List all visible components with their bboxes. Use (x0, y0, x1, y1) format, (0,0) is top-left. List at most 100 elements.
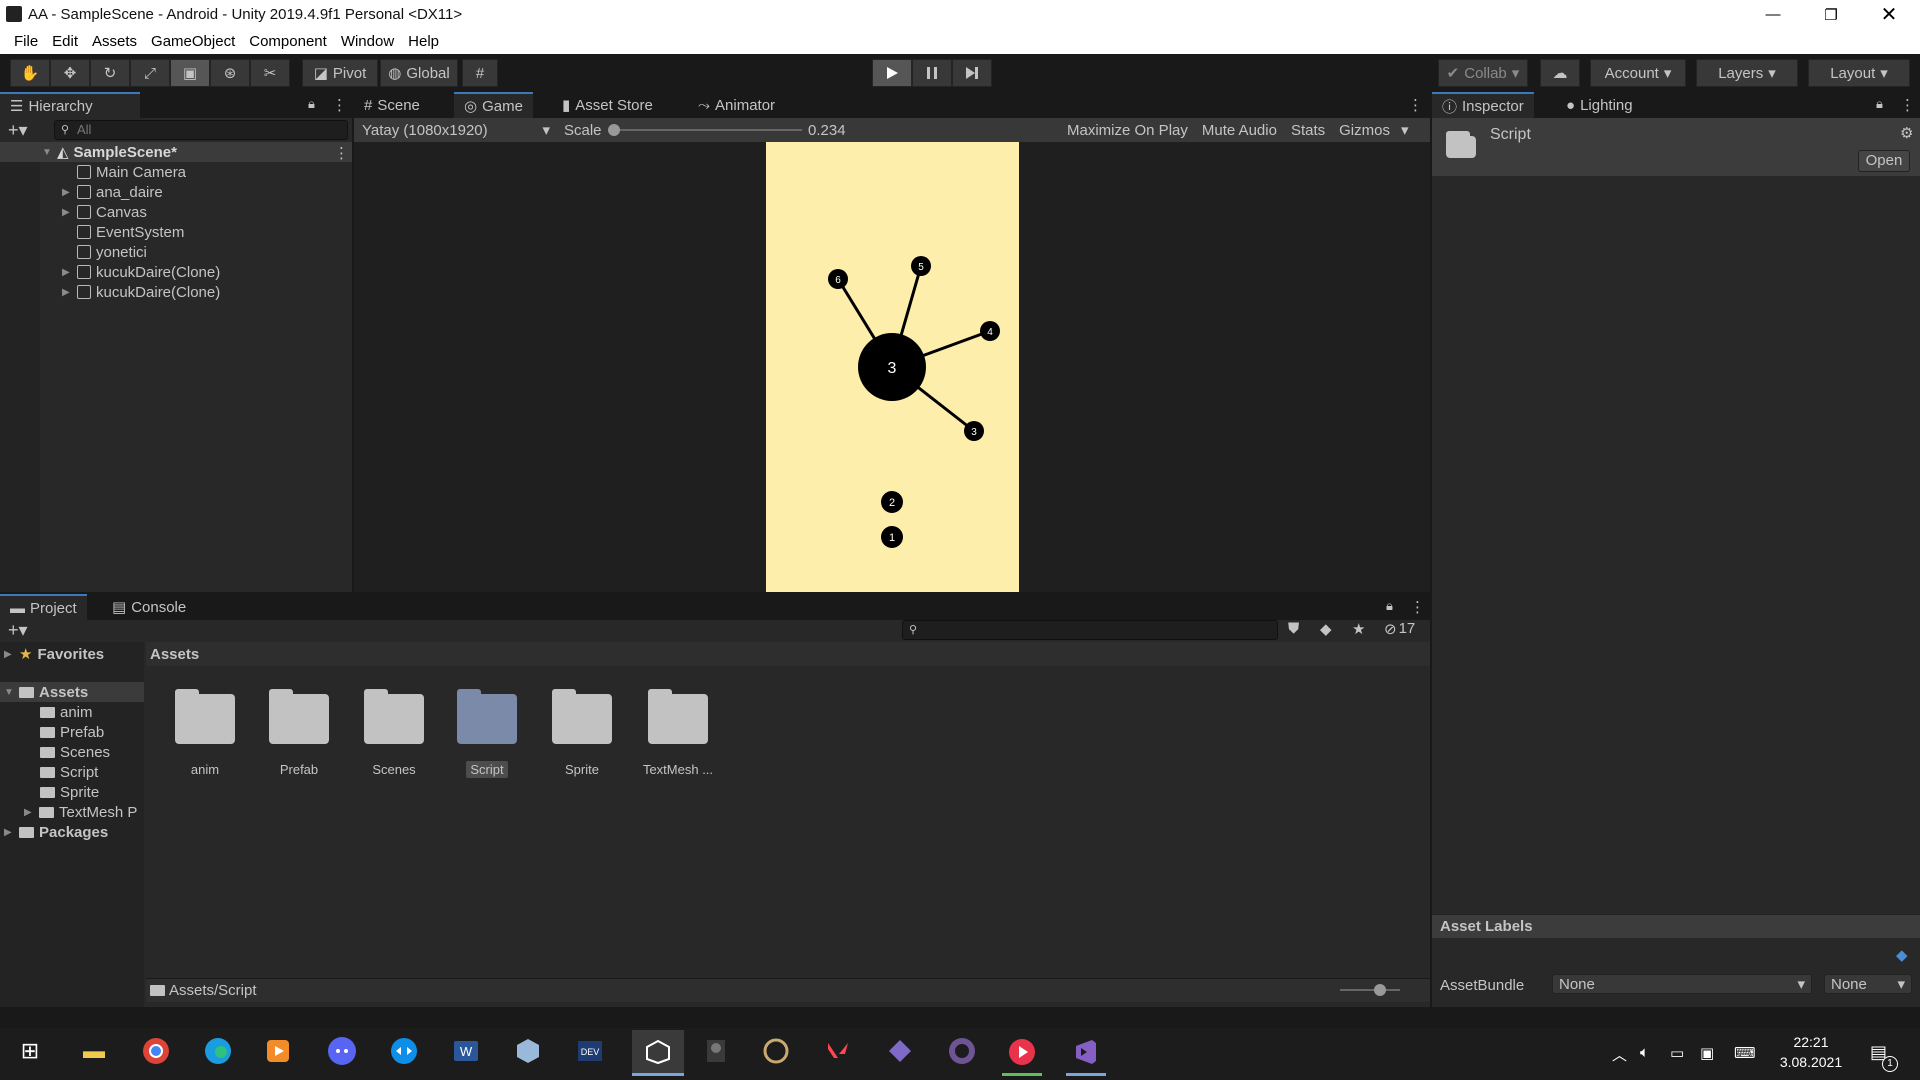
tab-hierarchy[interactable]: ☰ Hierarchy (0, 92, 140, 118)
chevron-right-icon[interactable]: ▶ (62, 187, 72, 198)
visual-studio-code-icon[interactable] (880, 1031, 920, 1071)
packages-item[interactable]: ▶ Packages (4, 822, 108, 842)
visual-studio-icon[interactable] (1066, 1030, 1106, 1076)
star-icon[interactable]: ★ (1352, 620, 1365, 638)
unity-taskbar-icon[interactable] (632, 1030, 684, 1076)
menu-help[interactable]: Help (402, 33, 445, 50)
game-screen[interactable]: 3 6 5 4 3 2 1 (766, 142, 1019, 592)
cloud-icon[interactable]: ☁ (1540, 59, 1580, 87)
discord-icon[interactable] (322, 1031, 362, 1071)
scale-tool-icon[interactable]: ⤢ (130, 59, 170, 87)
github-icon[interactable] (942, 1031, 982, 1071)
game-app-icon[interactable] (696, 1031, 736, 1071)
tag-icon[interactable]: ◆ (1896, 946, 1908, 964)
asset-folder[interactable]: Scenes (359, 689, 429, 777)
play-button[interactable] (872, 59, 912, 87)
hierarchy-item[interactable]: yonetici (62, 242, 147, 262)
hand-tool-icon[interactable]: ✋ (10, 59, 50, 87)
edge-icon[interactable] (198, 1031, 238, 1071)
tab-project[interactable]: ▬ Project (0, 594, 87, 620)
stats-toggle[interactable]: Stats (1284, 122, 1332, 139)
tab-animator[interactable]: ⤳ Animator (688, 92, 785, 118)
asset-folder[interactable]: TextMesh ... (636, 689, 720, 777)
cube-app-icon[interactable] (508, 1031, 548, 1071)
pivot-toggle[interactable]: ◪ Pivot (302, 59, 378, 87)
menu-edit[interactable]: Edit (46, 33, 84, 50)
scale-slider-thumb[interactable] (608, 124, 620, 136)
hierarchy-search-input[interactable]: ⚲ All (54, 120, 348, 140)
variant-dropdown[interactable]: None ▾ (1824, 974, 1912, 994)
hierarchy-item[interactable]: EventSystem (62, 222, 184, 242)
teamviewer-icon[interactable] (384, 1031, 424, 1071)
tree-folder[interactable]: ▶ TextMesh P (24, 802, 144, 822)
chevron-right-icon[interactable]: ▶ (24, 807, 34, 818)
lock-icon[interactable]: 🔒︎ (1876, 96, 1883, 112)
move-tool-icon[interactable]: ✥ (50, 59, 90, 87)
tree-folder[interactable]: Scenes (40, 742, 110, 762)
layout-dropdown[interactable]: Layout ▾ (1808, 59, 1910, 87)
hierarchy-item[interactable]: ▶ ana_daire (62, 182, 163, 202)
kebab-menu-icon[interactable]: ⋮ (1900, 96, 1915, 114)
resolution-dropdown[interactable]: Yatay (1080x1920) ▾ (358, 119, 554, 141)
minimize-icon[interactable]: — (1744, 0, 1802, 29)
asset-folder-selected[interactable]: Script (452, 689, 522, 778)
rotate-tool-icon[interactable]: ↻ (90, 59, 130, 87)
rect-tool-icon[interactable]: ▣ (170, 59, 210, 87)
mute-audio-toggle[interactable]: Mute Audio (1195, 122, 1284, 139)
devcpp-icon[interactable]: DEV (570, 1031, 610, 1071)
hierarchy-item[interactable]: ▶ kucukDaire(Clone) (62, 262, 220, 282)
keyboard-icon[interactable]: ⌨ (1734, 1044, 1756, 1062)
menu-window[interactable]: Window (335, 33, 400, 50)
menu-component[interactable]: Component (243, 33, 333, 50)
hierarchy-item[interactable]: ▶ Canvas (62, 202, 147, 222)
maximize-icon[interactable]: ❐ (1802, 0, 1860, 29)
chevron-right-icon[interactable]: ▶ (62, 267, 72, 278)
asset-folder[interactable]: anim (170, 689, 240, 777)
project-search-input[interactable]: ⚲ (902, 620, 1278, 640)
tree-folder[interactable]: Script (40, 762, 98, 782)
chrome-icon[interactable] (136, 1031, 176, 1071)
asset-folder[interactable]: Sprite (547, 689, 617, 777)
menu-gameobject[interactable]: GameObject (145, 33, 241, 50)
chevron-right-icon[interactable]: ▶ (4, 649, 14, 660)
close-icon[interactable]: ✕ (1860, 0, 1918, 29)
custom-tool-icon[interactable]: ✂ (250, 59, 290, 87)
file-explorer-icon[interactable]: ▬ (74, 1031, 114, 1071)
chevron-down-icon[interactable]: ▾ (1397, 121, 1413, 139)
add-icon[interactable]: +▾ (8, 120, 28, 141)
chevron-down-icon[interactable]: ▼ (4, 687, 14, 698)
menu-file[interactable]: File (8, 33, 44, 50)
hierarchy-item[interactable]: ▶ kucukDaire(Clone) (62, 282, 220, 302)
hidden-packages-toggle[interactable]: ⊘ 17 (1384, 620, 1415, 638)
open-button[interactable]: Open (1858, 150, 1910, 172)
battery-icon[interactable]: ▭ (1670, 1044, 1684, 1062)
valorant-icon[interactable] (818, 1031, 858, 1071)
lock-icon[interactable]: 🔒︎ (308, 96, 315, 112)
add-icon[interactable]: +▾ (8, 620, 28, 641)
menu-assets[interactable]: Assets (86, 33, 143, 50)
tab-game[interactable]: ◎ Game (454, 92, 533, 118)
lock-icon[interactable]: 🔒︎ (1386, 598, 1393, 614)
tree-folder[interactable]: Prefab (40, 722, 104, 742)
scene-menu-icon[interactable]: ⋮ (334, 144, 349, 162)
volume-icon[interactable]: 🔈︎ (1640, 1044, 1649, 1061)
pause-button[interactable] (912, 59, 952, 87)
windows-start-icon[interactable]: ⊞ (10, 1031, 50, 1071)
filter-type-icon[interactable]: ⛊ (1288, 620, 1299, 637)
tab-inspector[interactable]: ⓘ Inspector (1432, 92, 1534, 118)
label-filter-icon[interactable]: ◆ (1320, 620, 1332, 638)
tab-console[interactable]: ▤ Console (102, 594, 196, 620)
collab-dropdown[interactable]: ✔ Collab ▾ (1438, 59, 1528, 87)
transform-tool-icon[interactable]: ⊛ (210, 59, 250, 87)
tab-scene[interactable]: # Scene (354, 92, 430, 118)
media-app-icon[interactable] (1002, 1030, 1042, 1076)
favorites-item[interactable]: ▶ ★ Favorites (4, 644, 104, 664)
tab-asset-store[interactable]: ▮ Asset Store (552, 92, 663, 118)
scene-item[interactable]: ▼ ◭ SampleScene* (42, 142, 177, 162)
gizmos-toggle[interactable]: Gizmos (1332, 122, 1397, 139)
global-toggle[interactable]: ◍ Global (380, 59, 458, 87)
zoom-slider-track[interactable] (1340, 989, 1400, 991)
asset-folder[interactable]: Prefab (264, 689, 334, 777)
kebab-menu-icon[interactable]: ⋮ (1410, 598, 1425, 616)
assetbundle-dropdown[interactable]: None ▾ (1552, 974, 1812, 994)
